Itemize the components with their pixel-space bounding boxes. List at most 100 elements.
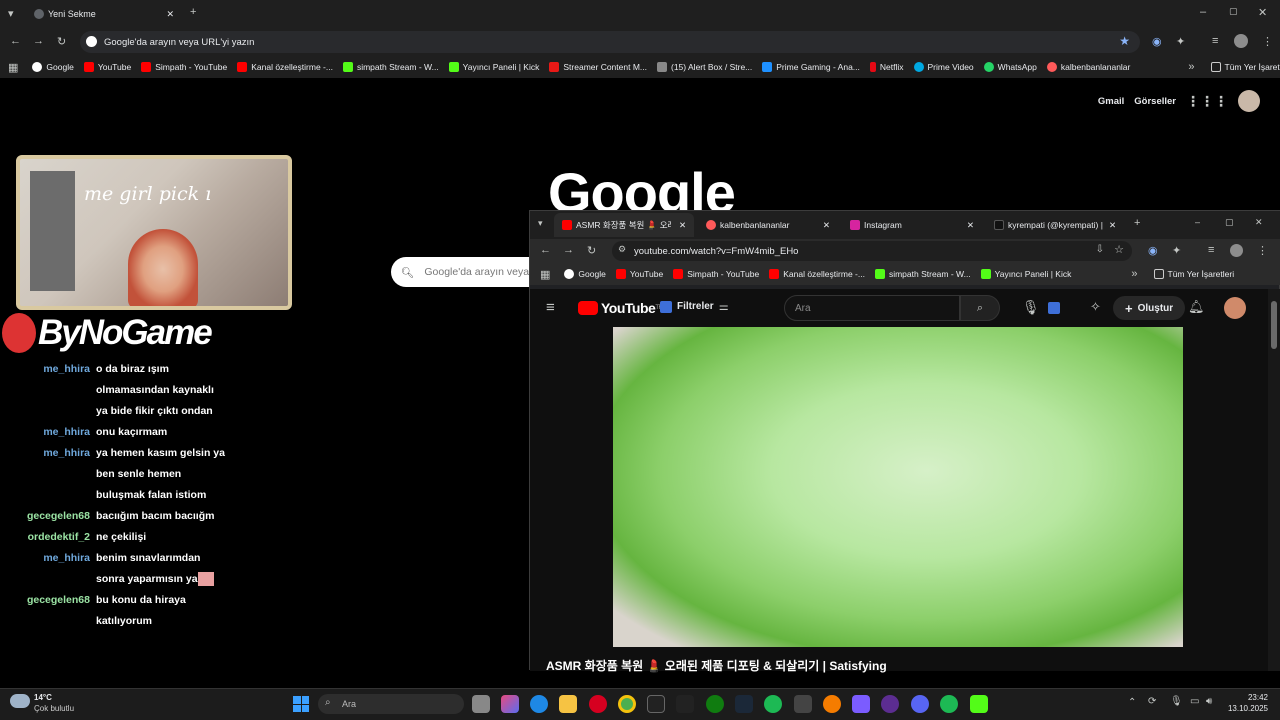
opera-icon[interactable]	[589, 695, 607, 713]
clock[interactable]: 23:42 13.10.2025	[1226, 693, 1268, 713]
weather-desc[interactable]: Çok bulutlu	[34, 704, 74, 713]
app-icon[interactable]	[823, 695, 841, 713]
bookmark-item[interactable]: Netflix	[869, 62, 904, 72]
page-scrollbar[interactable]	[1268, 289, 1280, 671]
network-icon[interactable]: ▭	[1190, 696, 1199, 707]
spotify-icon[interactable]	[764, 695, 782, 713]
bookmark-item[interactable]: simpath Stream - W...	[342, 62, 439, 72]
tab-new-tab[interactable]: Yeni Sekme ✕	[24, 0, 184, 28]
bookmark-item[interactable]: YouTube	[83, 62, 131, 72]
start-button[interactable]	[293, 696, 309, 712]
account-avatar[interactable]	[1238, 90, 1260, 112]
extensions-icon[interactable]: ✦	[1176, 35, 1185, 48]
app-icon[interactable]	[794, 695, 812, 713]
channel-avatar[interactable]	[1224, 297, 1246, 319]
apps-grid-icon[interactable]: ▦	[8, 61, 18, 74]
app-icon[interactable]	[852, 695, 870, 713]
task-view-icon[interactable]	[472, 695, 490, 713]
apps-grid-icon[interactable]: ▦	[540, 268, 550, 281]
youtube-logo[interactable]: YouTube TR	[578, 300, 663, 316]
tab-kalbenbanlananlar[interactable]: kalbenbanlananlar ✕	[698, 213, 838, 237]
site-info-icon[interactable]: ⚙	[618, 244, 626, 255]
taskbar-search[interactable]: ⌕ Ara	[318, 694, 464, 714]
bookmark-item[interactable]: Kanal özelleştirme -...	[237, 62, 333, 72]
youtube-search-button[interactable]: ⌕	[960, 295, 1000, 321]
all-bookmarks[interactable]: Tüm Yer İşaretleri	[1153, 269, 1234, 279]
amazon-icon[interactable]	[676, 695, 694, 713]
video-player[interactable]	[613, 327, 1183, 647]
hamburger-menu-icon[interactable]: ≡	[546, 299, 555, 316]
profile-avatar[interactable]	[1234, 34, 1248, 48]
more-bookmarks-icon[interactable]: »	[1131, 268, 1137, 280]
file-explorer-icon[interactable]	[559, 695, 577, 713]
tab-search-icon[interactable]: ▾	[8, 7, 14, 20]
kick-icon[interactable]	[970, 695, 988, 713]
notifications-bell-icon[interactable]: 🔔︎	[1188, 299, 1205, 315]
bookmark-item[interactable]: Prime Gaming - Ana...	[762, 62, 860, 72]
maximize-icon[interactable]: ▢	[1229, 6, 1238, 17]
weather-icon[interactable]	[10, 694, 30, 708]
close-tab-icon[interactable]: ✕	[166, 9, 174, 20]
menu-icon[interactable]: ⋮	[1257, 244, 1268, 257]
profile-avatar[interactable]	[1230, 244, 1243, 257]
images-link[interactable]: Görseller	[1134, 96, 1176, 107]
bookmark-item[interactable]: kalbenbanlananlar	[1046, 62, 1130, 72]
mic-icon[interactable]: 🎙︎	[1022, 299, 1040, 316]
minimize-icon[interactable]: –	[1195, 217, 1200, 227]
google-search-box[interactable]: 🔍︎ Google'da arayın veya	[391, 257, 551, 287]
close-window-icon[interactable]: ✕	[1258, 6, 1267, 19]
mic-icon[interactable]: 🎙︎	[1170, 696, 1183, 707]
forward-icon[interactable]: →	[33, 35, 44, 47]
close-window-icon[interactable]: ✕	[1255, 217, 1263, 228]
epic-games-icon[interactable]	[647, 695, 665, 713]
media-icon[interactable]: ◉	[1152, 35, 1162, 48]
queue-icon[interactable]: ≡	[1212, 35, 1218, 47]
gemini-icon[interactable]: ✧	[1090, 299, 1101, 315]
bookmark-item[interactable]: Simpath - YouTube	[141, 62, 227, 72]
media-icon[interactable]: ◉	[1148, 244, 1158, 257]
xbox-icon[interactable]	[706, 695, 724, 713]
scrollbar-thumb[interactable]	[1271, 301, 1277, 349]
google-apps-icon[interactable]: ⋮⋮⋮	[1186, 93, 1228, 110]
tab-tiktok[interactable]: kyrempati (@kyrempati) | T ✕	[986, 213, 1126, 237]
chrome-icon[interactable]	[618, 695, 636, 713]
bookmark-star-icon[interactable]: ☆	[1114, 243, 1124, 256]
bookmark-item[interactable]: WhatsApp	[983, 62, 1037, 72]
edge-icon[interactable]	[530, 695, 548, 713]
app-icon[interactable]	[881, 695, 899, 713]
bookmark-item[interactable]: YouTube	[615, 269, 663, 279]
extensions-icon[interactable]: ✦	[1172, 244, 1181, 257]
discord-icon[interactable]	[911, 695, 929, 713]
bookmark-item[interactable]: Simpath - YouTube	[673, 269, 759, 279]
spotify-icon[interactable]	[940, 695, 958, 713]
weather-temp[interactable]: 14°C	[34, 693, 52, 702]
bookmark-item[interactable]: Google	[32, 62, 74, 72]
filters-button[interactable]: Filtreler ⚌	[660, 300, 729, 313]
tab-search-icon[interactable]: ▾	[538, 218, 543, 229]
copilot-icon[interactable]	[501, 695, 519, 713]
tab-instagram[interactable]: Instagram ✕	[842, 213, 982, 237]
bookmark-item[interactable]: (15) Alert Box / Stre...	[657, 62, 752, 72]
new-tab-icon[interactable]: +	[190, 6, 196, 18]
menu-icon[interactable]: ⋮	[1262, 35, 1273, 48]
bookmark-item[interactable]: Yayıncı Paneli | Kick	[980, 269, 1071, 279]
tray-chevron-icon[interactable]: ⌃	[1128, 697, 1136, 708]
bookmark-item[interactable]: Streamer Content M...	[549, 62, 647, 72]
bookmark-item[interactable]: Google	[564, 269, 606, 279]
youtube-search-input[interactable]: Ara	[784, 295, 960, 321]
overlay-omnibox[interactable]: ⚙ youtube.com/watch?v=FmW4mib_EHo ⇩ ☆	[612, 241, 1132, 261]
gmail-link[interactable]: Gmail	[1098, 96, 1124, 107]
reload-icon[interactable]: ↻	[57, 35, 66, 48]
omnibox[interactable]: Google'da arayın veya URL'yi yazın ★	[80, 31, 1140, 53]
more-bookmarks-icon[interactable]: »	[1188, 61, 1194, 73]
extension-icon[interactable]	[1048, 302, 1060, 314]
steam-icon[interactable]	[735, 695, 753, 713]
forward-icon[interactable]: →	[563, 244, 574, 256]
install-app-icon[interactable]: ⇩	[1096, 244, 1104, 255]
bookmark-item[interactable]: Kanal özelleştirme -...	[769, 269, 865, 279]
bookmark-item[interactable]: simpath Stream - W...	[874, 269, 971, 279]
back-icon[interactable]: ←	[10, 35, 21, 47]
minimize-icon[interactable]: –	[1200, 6, 1206, 18]
maximize-icon[interactable]: ▢	[1225, 217, 1234, 228]
queue-icon[interactable]: ≡	[1208, 244, 1214, 256]
